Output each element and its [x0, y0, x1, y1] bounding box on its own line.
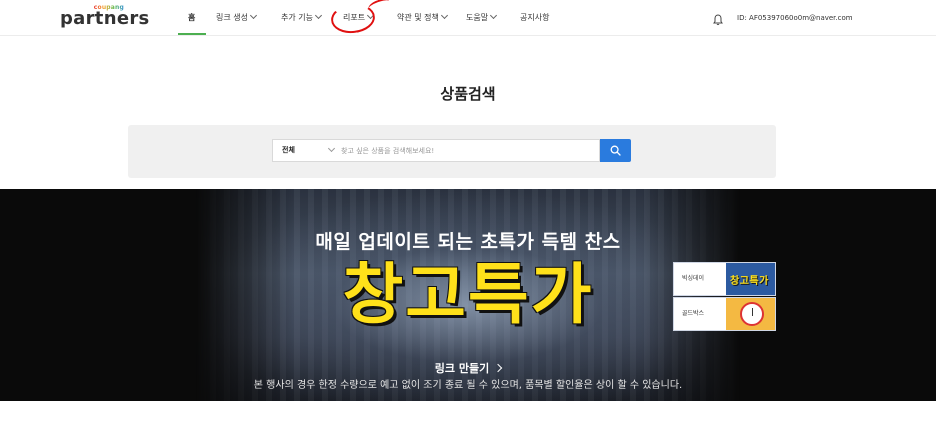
chevron-down-icon	[490, 11, 498, 20]
nav-item-label: 추가 기능	[281, 13, 313, 22]
search-input[interactable]	[339, 140, 597, 161]
coupang-partners-logo[interactable]: coupang partners	[60, 3, 149, 33]
user-email-link[interactable]: 0o0m@naver.com	[789, 11, 853, 25]
user-id-label: ID: AF0539706	[737, 14, 790, 22]
nav-item-terms-policy[interactable]: 약관 및 정책	[397, 11, 448, 25]
side-card-thumbnail: 창고특가	[726, 263, 775, 295]
clock-icon	[740, 302, 764, 326]
promo-banner[interactable]: 매일 업데이트 되는 초특가 득템 찬스 창고특가 링크 만들기 본 행사의 경…	[0, 189, 936, 401]
side-card-goldbox[interactable]: 골드박스	[673, 297, 776, 331]
nav-item-label: 도움말	[466, 13, 489, 22]
chevron-down-icon	[327, 144, 336, 153]
page-title: 상품검색	[440, 85, 496, 103]
nav-item-label: 공지사항	[520, 13, 550, 22]
side-card-thumbnail	[726, 298, 775, 330]
side-card-label: 빅싱데이	[682, 275, 705, 282]
create-link-label: 링크 만들기	[434, 362, 490, 375]
nav-item-label: 약관 및 정책	[397, 13, 439, 22]
chevron-down-icon	[440, 11, 448, 20]
nav-item-extra-features[interactable]: 추가 기능	[281, 11, 323, 25]
create-link-button[interactable]: 링크 만들기	[0, 361, 936, 377]
banner-headline: 매일 업데이트 되는 초특가 득템 찬스	[315, 231, 621, 253]
banner-disclaimer: 본 행사의 경우 한정 수량으로 예고 없이 조기 종료 될 수 있으며, 품목…	[253, 380, 683, 391]
search-icon	[610, 145, 621, 156]
search-button[interactable]	[600, 139, 631, 162]
logo-partners-wordmark: partners	[60, 8, 150, 29]
chevron-down-icon	[314, 11, 323, 20]
side-card-big-sale-day[interactable]: 빅싱데이 창고특가	[673, 262, 776, 296]
nav-item-link-create[interactable]: 링크 생성	[216, 11, 258, 25]
nav-item-home[interactable]: 홈	[188, 11, 195, 25]
nav-item-label: 링크 생성	[216, 13, 248, 22]
bell-icon[interactable]	[713, 11, 723, 26]
chevron-down-icon	[249, 11, 258, 20]
banner-big-title: 창고특가	[342, 256, 594, 333]
top-header: coupang partners 홈 링크 생성 추가 기능 리포트 약관 및 …	[0, 0, 936, 36]
nav-item-label: 홈	[188, 13, 196, 22]
side-card-label: 골드박스	[682, 310, 705, 317]
category-select-value: 전체	[282, 146, 295, 154]
nav-item-notice[interactable]: 공지사항	[520, 11, 549, 25]
red-annotation-stroke	[366, 0, 392, 14]
search-box: 전체	[272, 139, 600, 162]
nav-item-help[interactable]: 도움말	[466, 11, 498, 25]
nav-active-indicator	[178, 33, 206, 35]
thumbnail-text: 창고특가	[730, 276, 769, 287]
chevron-right-icon	[493, 363, 503, 373]
category-select[interactable]: 전체	[273, 140, 337, 161]
